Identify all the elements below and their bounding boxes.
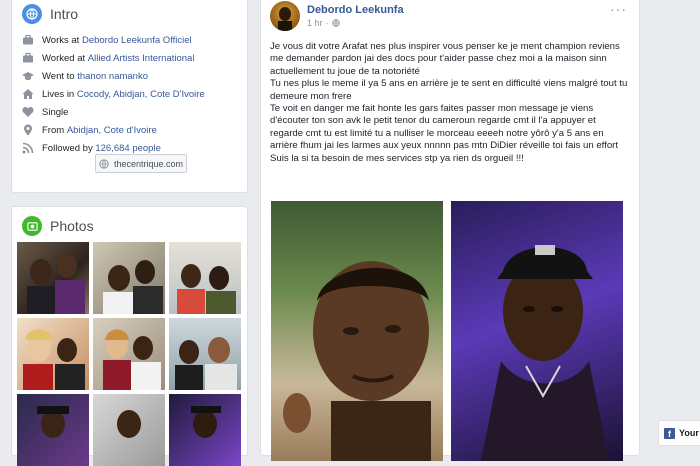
- intro-header: Intro: [22, 4, 78, 24]
- post-card: Debordo Leekunfa 1 hr · ··· Je vous dit …: [260, 0, 640, 461]
- photo-thumbnail[interactable]: [17, 394, 89, 466]
- photo-thumbnail[interactable]: [17, 318, 89, 390]
- post-paragraph: Suis la si ta besoin de mes services stp…: [270, 152, 524, 164]
- chat-strip[interactable]: f Your: [658, 420, 700, 446]
- info-row-education: Went to thanon namanko: [22, 67, 242, 85]
- facebook-logo-icon: f: [664, 427, 675, 439]
- current-city-link[interactable]: Cocody, Abidjan, Cote D'Ivoire: [77, 89, 205, 100]
- post-paragraph: Tu nes plus le meme il ya 5 ans en arriè…: [270, 78, 628, 102]
- post-photo[interactable]: [271, 201, 443, 461]
- home-icon: [22, 88, 34, 100]
- graduation-cap-icon: [22, 70, 34, 82]
- post-text: Je vous dit votre Arafat nes plus inspir…: [270, 41, 630, 165]
- info-row-hometown: From Abidjan, Cote d'Ivoire: [22, 121, 242, 139]
- globe-icon: [331, 19, 340, 27]
- avatar[interactable]: [270, 1, 300, 31]
- info-row-relationship: Single: [22, 103, 242, 121]
- photos-card: Photos: [11, 206, 248, 466]
- info-prefix: Lives in: [42, 88, 75, 100]
- intro-details: Works at Debordo Leekunfa Officiel Worke…: [22, 31, 242, 157]
- info-prefix: Worked at: [42, 52, 86, 64]
- info-prefix: Went to: [42, 70, 75, 82]
- post-timestamp[interactable]: 1 hr: [307, 18, 323, 28]
- photo-thumbnail[interactable]: [17, 242, 89, 314]
- photos-icon: [22, 216, 42, 236]
- hometown-link[interactable]: Abidjan, Cote d'Ivoire: [67, 125, 157, 136]
- globe-icon: [22, 4, 42, 24]
- intro-card: Intro Works at Debordo Leekunfa Officiel…: [11, 0, 248, 193]
- photo-thumbnail[interactable]: [169, 242, 241, 314]
- school-link[interactable]: thanon namanko: [77, 71, 148, 82]
- info-prefix: Works at: [42, 34, 80, 46]
- location-pin-icon: [22, 124, 34, 136]
- info-row-lives-in: Lives in Cocody, Abidjan, Cote D'Ivoire: [22, 85, 242, 103]
- info-row-previous-work: Worked at Allied Artists International: [22, 49, 242, 67]
- website-button[interactable]: thecentrique.com: [95, 154, 187, 173]
- post-paragraph: Je vous dit votre Arafat nes plus inspir…: [270, 41, 620, 77]
- heart-icon: [22, 106, 34, 118]
- briefcase-icon: [22, 34, 34, 46]
- briefcase-icon: [22, 52, 34, 64]
- website-label: thecentrique.com: [113, 158, 184, 169]
- followers-link[interactable]: 126,684 people: [95, 143, 161, 154]
- info-prefix: From: [42, 124, 65, 136]
- photo-thumbnail[interactable]: [169, 318, 241, 390]
- photo-thumbnail[interactable]: [169, 394, 241, 466]
- intro-title: Intro: [50, 6, 79, 22]
- photos-title: Photos: [50, 218, 94, 234]
- photo-thumbnail[interactable]: [93, 318, 165, 390]
- post-options-button[interactable]: ···: [610, 1, 627, 17]
- post-meta: 1 hr ·: [307, 18, 340, 28]
- info-prefix: Followed by: [42, 142, 93, 154]
- rss-icon: [22, 142, 34, 154]
- previous-workplace-link[interactable]: Allied Artists International: [88, 53, 195, 64]
- post-photo[interactable]: [451, 201, 623, 461]
- photo-thumbnail[interactable]: [93, 242, 165, 314]
- info-row-work: Works at Debordo Leekunfa Officiel: [22, 31, 242, 49]
- post-author-link[interactable]: Debordo Leekunfa: [307, 4, 404, 16]
- post-paragraph: Te voit en danger me fait honte les gars…: [270, 103, 619, 152]
- photos-header[interactable]: Photos: [22, 216, 94, 236]
- globe-icon: [99, 158, 109, 169]
- relationship-status: Single: [42, 106, 69, 118]
- workplace-link[interactable]: Debordo Leekunfa Officiel: [82, 35, 192, 46]
- photo-thumbnail[interactable]: [93, 394, 165, 466]
- chat-strip-label: Your: [679, 428, 699, 438]
